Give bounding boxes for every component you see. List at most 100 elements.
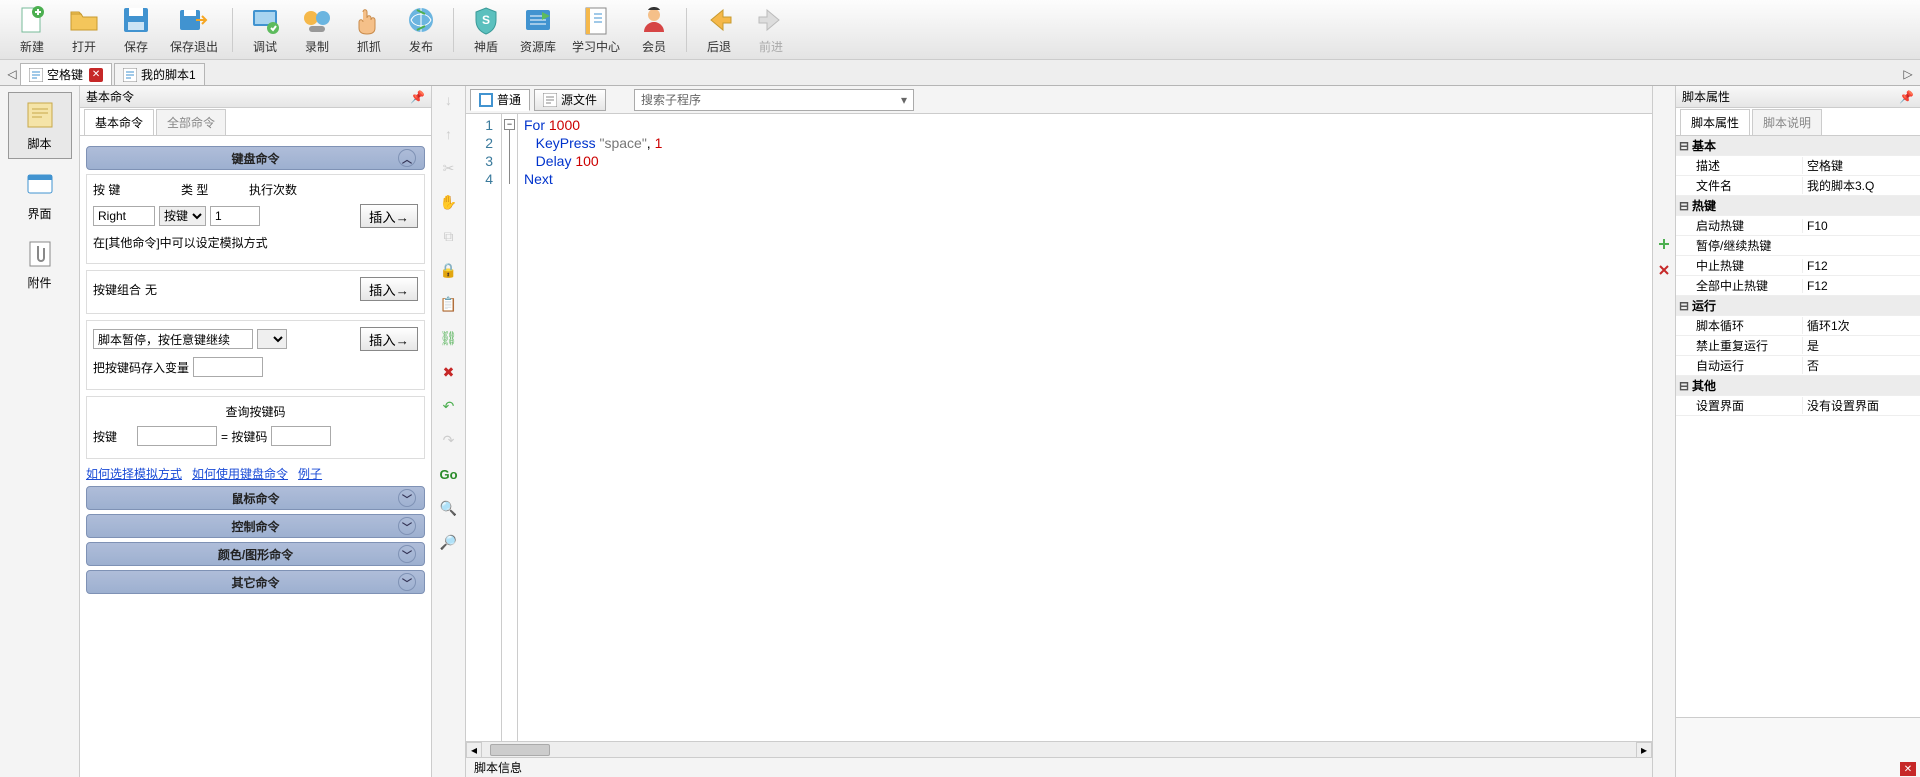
type-select[interactable]: 按键 <box>159 206 206 226</box>
redo-icon[interactable]: ↷ <box>439 430 459 450</box>
prop-value[interactable]: 循环1次 <box>1802 317 1920 334</box>
pin-icon[interactable]: 📌 <box>1899 90 1914 104</box>
repo-icon <box>522 4 554 36</box>
props-tab-properties[interactable]: 脚本属性 <box>1680 109 1750 135</box>
chevron-up-icon: ︿ <box>398 149 416 167</box>
accordion-mouse[interactable]: 鼠标命令﹀ <box>86 486 425 510</box>
query-keycode-output[interactable] <box>271 426 331 446</box>
fold-marker[interactable]: − <box>504 119 515 130</box>
expand-icon[interactable]: ⊟ <box>1676 379 1692 393</box>
find-replace-icon[interactable]: 🔎 <box>439 532 459 552</box>
attach-icon <box>24 238 56 270</box>
view-source-button[interactable]: 源文件 <box>534 89 606 111</box>
prop-label: 设置界面 <box>1692 397 1802 414</box>
accordion-control[interactable]: 控制命令﹀ <box>86 514 425 538</box>
search-sub-select[interactable]: 搜索子程序▾ <box>634 89 914 111</box>
insert-button-2[interactable]: 插入→ <box>360 277 418 301</box>
code-editor[interactable]: 1234 − For 1000 KeyPress "space", 1 Dela… <box>466 114 1652 741</box>
publish-button[interactable]: 发布 <box>395 2 447 57</box>
lock-icon[interactable]: 🔒 <box>439 260 459 280</box>
prop-value[interactable]: 我的脚本3.Q <box>1802 177 1920 194</box>
paste-icon[interactable]: 📋 <box>439 294 459 314</box>
go-icon[interactable]: Go <box>439 464 459 484</box>
record-button[interactable]: 录制 <box>291 2 343 57</box>
save-exit-button[interactable]: 保存退出 <box>162 2 226 57</box>
grab-button[interactable]: 抓抓 <box>343 2 395 57</box>
copy-icon[interactable]: ⧉ <box>439 226 459 246</box>
cut-icon[interactable]: ✂ <box>439 158 459 178</box>
insert-button-3[interactable]: 插入→ <box>360 327 418 351</box>
prop-value[interactable]: F10 <box>1802 219 1920 233</box>
link-icon[interactable]: ⛓ <box>439 328 459 348</box>
keycode-var-input[interactable] <box>193 357 263 377</box>
forward-button[interactable]: 前进 <box>745 2 797 57</box>
new-button[interactable]: 新建 <box>6 2 58 57</box>
debug-button[interactable]: 调试 <box>239 2 291 57</box>
link-keyboard-cmd[interactable]: 如何使用键盘命令 <box>192 465 288 482</box>
props-tab-desc[interactable]: 脚本说明 <box>1752 109 1822 135</box>
scroll-left-icon[interactable]: ◂ <box>466 742 482 758</box>
prop-value[interactable]: 空格键 <box>1802 157 1920 174</box>
prop-value[interactable]: 没有设置界面 <box>1802 397 1920 414</box>
prop-value[interactable]: F12 <box>1802 259 1920 273</box>
shield-button[interactable]: S神盾 <box>460 2 512 57</box>
undo-icon[interactable]: ↶ <box>439 396 459 416</box>
main-toolbar: 新建 打开 保存 保存退出 调试 录制 抓抓 发布 S神盾 资源库 学习中心 会… <box>0 0 1920 60</box>
member-button[interactable]: 会员 <box>628 2 680 57</box>
prop-value[interactable]: 是 <box>1802 337 1920 354</box>
link-example[interactable]: 例子 <box>298 465 322 482</box>
publish-icon <box>405 4 437 36</box>
key-input[interactable] <box>93 206 155 226</box>
tab-close-icon[interactable]: ✕ <box>89 68 103 82</box>
file-tab-active[interactable]: 空格键 ✕ <box>20 63 112 85</box>
arrow-down-icon[interactable]: ↓ <box>439 90 459 110</box>
times-input[interactable] <box>210 206 260 226</box>
shield-icon: S <box>470 4 502 36</box>
save-button[interactable]: 保存 <box>110 2 162 57</box>
rail-script[interactable]: 脚本 <box>8 92 72 159</box>
script-file-icon <box>123 68 137 82</box>
subtab-all[interactable]: 全部命令 <box>156 109 226 135</box>
horizontal-scrollbar[interactable]: ◂ ▸ <box>466 741 1652 757</box>
remove-marker-icon[interactable] <box>1656 262 1672 278</box>
expand-icon[interactable]: ⊟ <box>1676 139 1692 153</box>
pause-input[interactable] <box>93 329 253 349</box>
repo-button[interactable]: 资源库 <box>512 2 564 57</box>
open-button[interactable]: 打开 <box>58 2 110 57</box>
tab-nav-left[interactable]: ◁ <box>4 63 20 85</box>
expand-icon[interactable]: ⊟ <box>1676 299 1692 313</box>
pause-select[interactable] <box>257 329 287 349</box>
learn-button[interactable]: 学习中心 <box>564 2 628 57</box>
back-button[interactable]: 后退 <box>693 2 745 57</box>
rail-attach[interactable]: 附件 <box>8 232 72 297</box>
prop-value[interactable]: 否 <box>1802 357 1920 374</box>
tab-nav-right[interactable]: ▷ <box>1900 63 1916 85</box>
accordion-other[interactable]: 其它命令﹀ <box>86 570 425 594</box>
debug-icon <box>249 4 281 36</box>
query-key-input[interactable] <box>137 426 217 446</box>
view-normal-button[interactable]: 普通 <box>470 89 530 111</box>
find-icon[interactable]: 🔍 <box>439 498 459 518</box>
prop-value[interactable]: F12 <box>1802 279 1920 293</box>
scrollbar-thumb[interactable] <box>490 744 550 756</box>
file-tab-second[interactable]: 我的脚本1 <box>114 63 205 85</box>
editor-area: 普通 源文件 搜索子程序▾ 1234 − For 1000 KeyPress "… <box>466 86 1652 777</box>
status-close-icon[interactable]: ✕ <box>1900 762 1916 776</box>
hand-icon[interactable]: ✋ <box>439 192 459 212</box>
accordion-color[interactable]: 颜色/图形命令﹀ <box>86 542 425 566</box>
subtab-basic[interactable]: 基本命令 <box>84 109 154 135</box>
code-text[interactable]: For 1000 KeyPress "space", 1 Delay 100Ne… <box>518 114 668 741</box>
insert-button-1[interactable]: 插入→ <box>360 204 418 228</box>
add-marker-icon[interactable] <box>1656 236 1672 252</box>
source-view-icon <box>543 93 557 107</box>
rail-ui[interactable]: 界面 <box>8 163 72 228</box>
link-sim-mode[interactable]: 如何选择模拟方式 <box>86 465 182 482</box>
expand-icon[interactable]: ⊟ <box>1676 199 1692 213</box>
unlink-icon[interactable]: ✖ <box>439 362 459 382</box>
accordion-keyboard[interactable]: 键盘命令︿ <box>86 146 425 170</box>
pin-icon[interactable]: 📌 <box>410 90 425 104</box>
arrow-up-icon[interactable]: ↑ <box>439 124 459 144</box>
scroll-right-icon[interactable]: ▸ <box>1636 742 1652 758</box>
open-icon <box>68 4 100 36</box>
file-tab-strip: ◁ 空格键 ✕ 我的脚本1 ▷ <box>0 60 1920 86</box>
